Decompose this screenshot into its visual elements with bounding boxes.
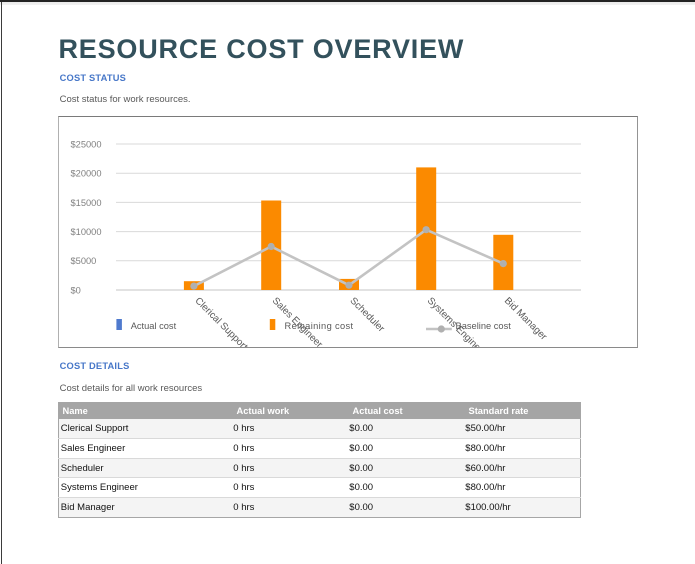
svg-text:$10000: $10000 [71,227,102,237]
svg-text:Baseline cost: Baseline cost [456,321,512,331]
svg-text:$15000: $15000 [71,198,102,208]
svg-text:Actual cost: Actual cost [131,321,177,331]
svg-text:$25000: $25000 [71,139,102,149]
svg-text:$20000: $20000 [71,169,102,179]
svg-text:$5000: $5000 [71,256,97,266]
svg-text:Bid Manager: Bid Manager [502,295,550,343]
svg-text:Clerical Support: Clerical Support [192,295,249,347]
svg-text:Remaining cost: Remaining cost [285,321,354,331]
svg-text:$0: $0 [71,285,81,295]
